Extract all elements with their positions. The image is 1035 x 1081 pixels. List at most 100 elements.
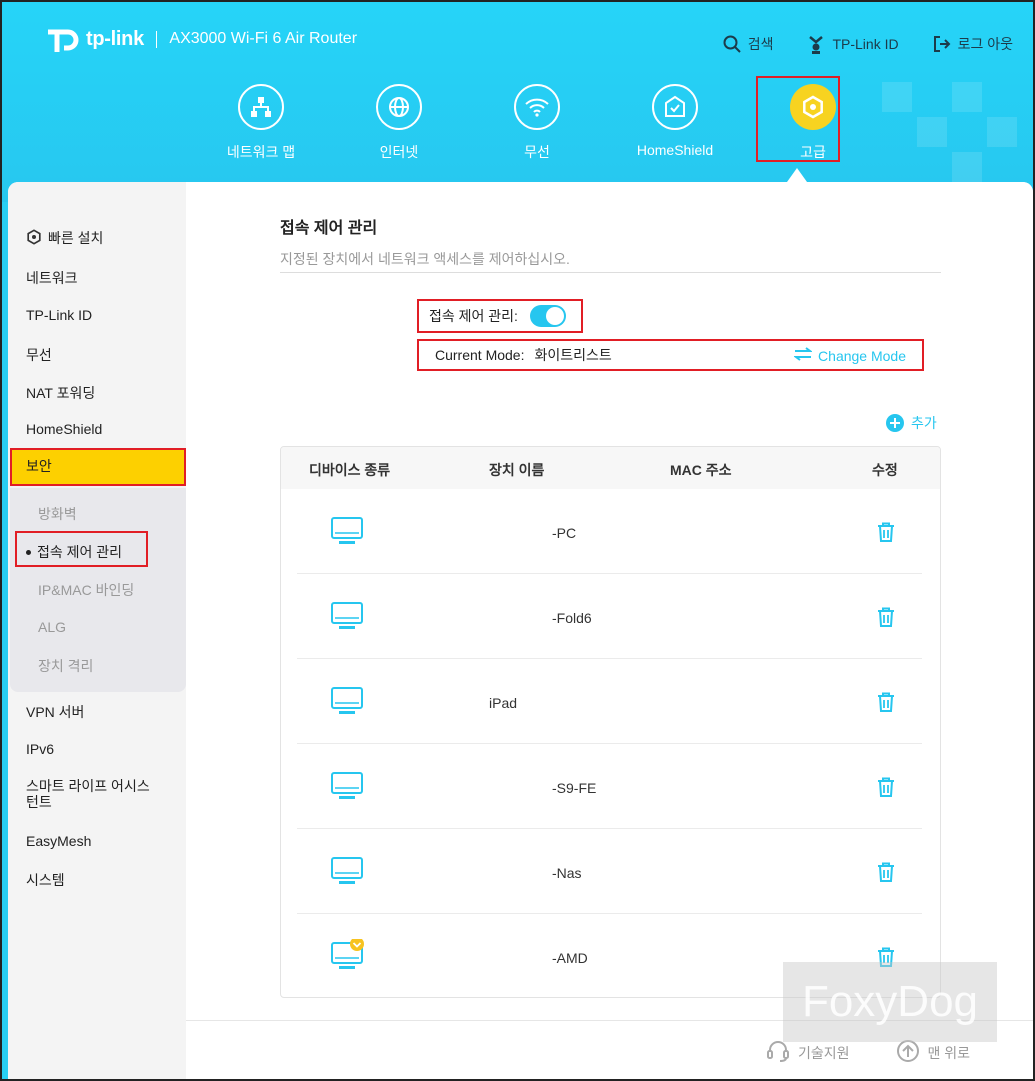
monitor-icon xyxy=(331,684,365,721)
tab-label: HomeShield xyxy=(636,142,714,158)
monitor-icon xyxy=(331,599,365,636)
router-model: AX3000 Wi-Fi 6 Air Router xyxy=(169,30,358,47)
search-button[interactable]: 검색 xyxy=(723,34,774,54)
tech-support-link[interactable]: 기술지원 xyxy=(766,1039,850,1066)
sidebar-item-nat-forwarding[interactable]: NAT 포워딩 xyxy=(26,383,95,403)
sidebar-item-smart-life-assistant[interactable]: 스마트 라이프 어시스턴트 xyxy=(26,778,156,810)
device-name: -Fold6 xyxy=(552,610,592,626)
sidebar-item-wireless[interactable]: 무선 xyxy=(26,345,52,365)
back-to-top-label: 맨 위로 xyxy=(927,1044,971,1061)
table-row: -PC xyxy=(297,489,922,574)
current-mode-value: 화이트리스트 xyxy=(534,347,612,363)
sidebar-item-network[interactable]: 네트워크 xyxy=(26,268,78,288)
col-device-type: 디바이스 종류 xyxy=(309,462,391,478)
table-header: 디바이스 종류 장치 이름 MAC 주소 수정 xyxy=(281,447,940,489)
tab-network-map[interactable]: 네트워크 맵 xyxy=(192,84,330,162)
table-row: -Fold6 xyxy=(297,574,922,659)
back-to-top-link[interactable]: 맨 위로 xyxy=(896,1039,971,1066)
tech-support-label: 기술지원 xyxy=(798,1044,850,1061)
globe-icon xyxy=(376,84,422,130)
device-name: iPad xyxy=(489,695,518,711)
brand-divider xyxy=(155,30,158,48)
tab-label: 무선 xyxy=(524,144,550,160)
change-mode-label: Change Mode xyxy=(818,347,906,364)
watermark: FoxyDog xyxy=(783,962,997,1042)
sidebar-item-quick-setup[interactable]: 빠른 설치 xyxy=(26,228,103,248)
access-control-toggle-row: 접속 제어 관리: xyxy=(417,299,583,333)
sidebar-item-tplink-id[interactable]: TP-Link ID xyxy=(26,307,92,323)
col-device-name: 장치 이름 xyxy=(489,462,545,478)
active-tab-caret xyxy=(787,168,807,182)
swap-arrows-icon xyxy=(793,347,814,364)
monitor-icon xyxy=(331,514,365,551)
arrow-up-circle-icon xyxy=(896,1039,920,1066)
sidebar-item-easymesh[interactable]: EasyMesh xyxy=(26,833,91,849)
tab-internet[interactable]: 인터넷 xyxy=(330,84,468,162)
headset-icon xyxy=(766,1040,790,1065)
sidebar-item-security[interactable]: 보안 xyxy=(10,448,186,486)
brand: tp-link AX3000 Wi-Fi 6 Air Router xyxy=(44,24,357,54)
tab-wireless[interactable]: 무선 xyxy=(468,84,606,162)
search-icon xyxy=(723,35,741,53)
logout-icon xyxy=(933,35,951,53)
logout-button[interactable]: 로그 아웃 xyxy=(933,34,1013,54)
device-name: -PC xyxy=(552,525,577,541)
monitor-icon xyxy=(331,937,365,976)
body-panel: 빠른 설치 네트워크 TP-Link ID 무선 NAT 포워딩 HomeShi… xyxy=(8,182,1033,1079)
tab-label: 인터넷 xyxy=(379,144,419,160)
access-control-toggle[interactable] xyxy=(529,305,566,327)
plus-circle-icon xyxy=(886,414,904,432)
delete-icon[interactable] xyxy=(877,522,895,545)
add-device-button[interactable]: 추가 xyxy=(886,413,937,433)
sidebar-subitem-ip-mac-binding[interactable]: IP&MAC 바인딩 xyxy=(38,580,134,600)
delete-icon[interactable] xyxy=(877,862,895,885)
tplink-id-label: TP-Link ID xyxy=(832,36,899,52)
sidebar-item-ipv6[interactable]: IPv6 xyxy=(26,741,54,757)
logout-label: 로그 아웃 xyxy=(957,36,1013,52)
delete-icon[interactable] xyxy=(877,777,895,800)
header: tp-link AX3000 Wi-Fi 6 Air Router 검색 TP-… xyxy=(2,2,1033,202)
add-label: 추가 xyxy=(911,415,937,431)
sidebar-item-system[interactable]: 시스템 xyxy=(26,870,65,890)
delete-icon[interactable] xyxy=(877,692,895,715)
search-label: 검색 xyxy=(747,36,774,52)
main-content: 접속 제어 관리 지정된 장치에서 네트워크 액세스를 제어하십시오. 접속 제… xyxy=(186,182,1033,1079)
current-mode-label: Current Mode: xyxy=(435,347,525,363)
advanced-tab-highlight xyxy=(756,76,840,162)
sidebar-item-homeshield[interactable]: HomeShield xyxy=(26,421,102,437)
access-control-highlight xyxy=(15,531,148,567)
user-id-icon xyxy=(807,34,825,54)
sidebar-subitem-alg[interactable]: ALG xyxy=(38,619,66,635)
sidebar-subitem-firewall[interactable]: 방화벽 xyxy=(38,504,77,524)
toggle-knob xyxy=(545,307,564,325)
sidebar: 빠른 설치 네트워크 TP-Link ID 무선 NAT 포워딩 HomeShi… xyxy=(8,182,186,1079)
footer: 기술지원 맨 위로 xyxy=(766,1039,970,1066)
device-name: -S9-FE xyxy=(552,780,597,796)
col-mac-address: MAC 주소 xyxy=(670,462,732,478)
device-name: -Nas xyxy=(552,865,582,881)
tab-label: 네트워크 맵 xyxy=(226,144,296,160)
top-nav: 검색 TP-Link ID 로그 아웃 xyxy=(723,34,1013,54)
brand-name: tp-link xyxy=(86,27,144,50)
delete-icon[interactable] xyxy=(877,607,895,630)
toggle-label: 접속 제어 관리: xyxy=(429,308,518,324)
tab-homeshield[interactable]: HomeShield xyxy=(606,84,744,162)
sidebar-item-label: 빠른 설치 xyxy=(48,230,104,246)
current-mode-row: Current Mode: 화이트리스트 Change Mode xyxy=(417,339,924,371)
device-name: -AMD xyxy=(552,950,588,966)
tplink-id-button[interactable]: TP-Link ID xyxy=(807,34,899,54)
page-title: 접속 제어 관리 xyxy=(280,220,378,237)
sidebar-item-vpn-server[interactable]: VPN 서버 xyxy=(26,702,84,722)
table-row: -S9-FE xyxy=(297,744,922,829)
table-row: iPad xyxy=(297,659,922,744)
divider xyxy=(280,272,941,273)
change-mode-button[interactable]: Change Mode xyxy=(793,347,906,364)
monitor-icon xyxy=(331,769,365,806)
tp-link-logo-icon xyxy=(44,24,80,54)
col-edit: 수정 xyxy=(872,462,898,478)
sidebar-subitem-device-isolation[interactable]: 장치 격리 xyxy=(38,656,93,676)
whitelist-table: 디바이스 종류 장치 이름 MAC 주소 수정 -PC -Fold6 iPad -S9… xyxy=(280,446,941,998)
homeshield-icon xyxy=(652,84,698,130)
router-admin-window: tp-link AX3000 Wi-Fi 6 Air Router 검색 TP-… xyxy=(0,0,1035,1081)
page-subtitle: 지정된 장치에서 네트워크 액세스를 제어하십시오. xyxy=(280,251,570,267)
